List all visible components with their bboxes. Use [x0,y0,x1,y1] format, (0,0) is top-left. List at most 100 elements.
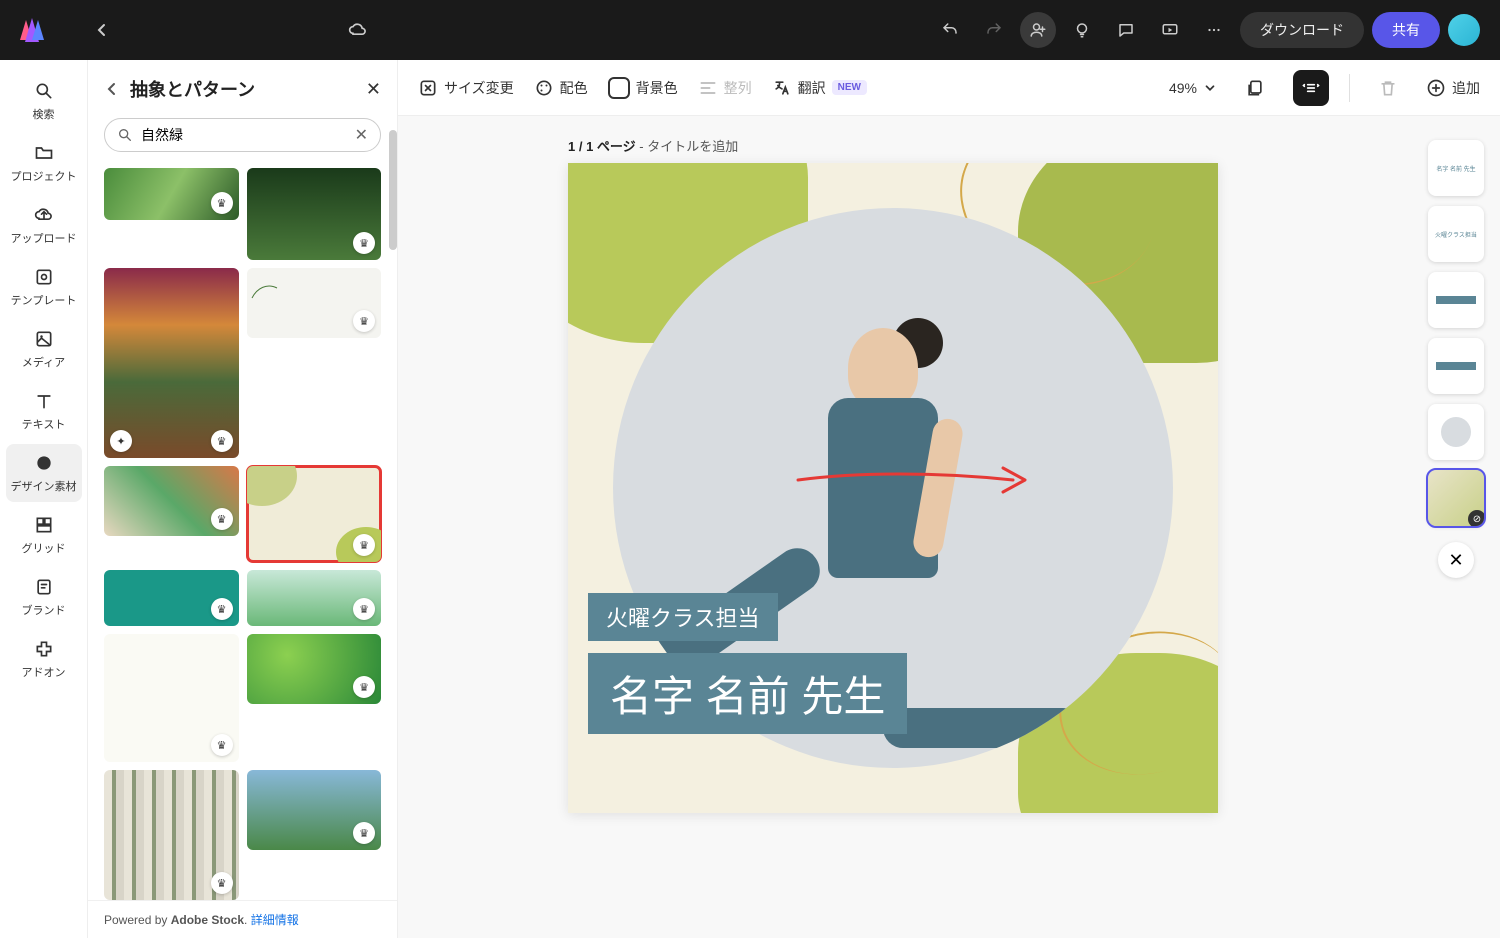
user-avatar[interactable] [1448,14,1480,46]
palette-icon [534,78,554,98]
title-text[interactable]: 名字 名前 先生 [588,653,907,734]
canvas-toolbar: サイズ変更 配色 背景色 整列 翻訳NEW 49% 追加 [398,60,1500,116]
resize-tool[interactable]: サイズ変更 [418,78,514,98]
ai-icon: ✦ [110,430,132,452]
resize-icon [418,78,438,98]
panel-close-icon[interactable]: ✕ [366,79,381,100]
present-icon[interactable] [1152,12,1188,48]
left-nav: 検索 プロジェクト アップロード テンプレート メディア テキスト デザイン素材… [0,60,88,938]
premium-icon: ♛ [211,430,233,452]
translate-tool[interactable]: 翻訳NEW [772,78,867,98]
add-user-icon[interactable] [1020,12,1056,48]
grid-icon [33,514,55,536]
topbar: ダウンロード 共有 [0,0,1500,60]
app-logo[interactable] [20,18,44,42]
template-icon [33,266,55,288]
layer-thumb[interactable] [1428,404,1484,460]
premium-icon: ♛ [353,676,375,698]
shape-icon [33,452,55,474]
layer-thumb-selected[interactable]: ⊘ [1428,470,1484,526]
asset-item[interactable]: ♛ [104,168,239,220]
premium-icon: ♛ [353,822,375,844]
search-input[interactable] [141,127,347,143]
brand-icon [33,576,55,598]
asset-item-selected[interactable]: ♛ [247,466,382,562]
more-icon[interactable] [1196,12,1232,48]
comment-icon[interactable] [1108,12,1144,48]
undo-icon[interactable] [932,12,968,48]
text-icon [33,390,55,412]
asset-grid: ♛ ♛ ♛✦ ♛ ♛ ♛ ♛ ♛ ♛ ♛ ♛ ♛ ♛ ♛ ♛ ♛ [88,160,397,900]
layer-thumb[interactable] [1428,338,1484,394]
asset-item[interactable]: ♛ [247,168,382,260]
premium-icon: ♛ [211,872,233,894]
asset-item[interactable]: ♛ [247,770,382,850]
nav-upload[interactable]: アップロード [6,196,82,254]
folder-icon [33,142,55,164]
square-icon [608,77,630,99]
asset-item[interactable]: ♛ [104,634,239,762]
layer-thumb[interactable]: 名字 名前 先生 [1428,140,1484,196]
nav-grid[interactable]: グリッド [6,506,82,564]
bulb-icon[interactable] [1064,12,1100,48]
pages-icon[interactable] [1237,70,1273,106]
premium-icon: ♛ [211,734,233,756]
asset-item[interactable]: ♛ [104,570,239,626]
nav-text[interactable]: テキスト [6,382,82,440]
panel-footer: Powered by Adobe Stock. 詳細情報 [88,900,397,938]
search-icon [117,127,133,143]
layers-close-icon[interactable]: ✕ [1438,542,1474,578]
back-icon[interactable] [84,12,120,48]
subtitle-text[interactable]: 火曜クラス担当 [588,593,778,641]
asset-item[interactable]: ♛ [104,770,239,900]
asset-item[interactable]: ♛ [247,268,382,338]
scrollbar[interactable] [389,130,397,250]
search-box[interactable]: ✕ [104,118,381,152]
panel-back-icon[interactable] [104,81,120,97]
palette-tool[interactable]: 配色 [534,78,588,98]
asset-item[interactable]: ♛ [247,634,382,704]
nav-media[interactable]: メディア [6,320,82,378]
chevron-down-icon [1203,81,1217,95]
premium-icon: ♛ [353,598,375,620]
search-icon [33,80,55,102]
addon-icon [33,638,55,660]
layer-badge-icon: ⊘ [1468,510,1484,526]
align-tool: 整列 [698,78,752,98]
asset-item[interactable]: ♛ [104,466,239,536]
nav-template[interactable]: テンプレート [6,258,82,316]
translate-icon [772,78,792,98]
panel-title: 抽象とパターン [130,76,356,102]
add-tool[interactable]: 追加 [1426,78,1480,98]
zoom-control[interactable]: 49% [1169,80,1217,96]
delete-icon[interactable] [1370,70,1406,106]
layers-toggle-icon[interactable] [1293,70,1329,106]
layer-thumb[interactable]: 火曜クラス担当 [1428,206,1484,262]
premium-icon: ♛ [211,508,233,530]
nav-addon[interactable]: アドオン [6,630,82,688]
plus-circle-icon [1426,78,1446,98]
premium-icon: ♛ [353,232,375,254]
clear-icon[interactable]: ✕ [355,125,368,145]
layer-thumb[interactable] [1428,272,1484,328]
asset-item[interactable]: ♛ [247,570,382,626]
premium-icon: ♛ [353,310,375,332]
premium-icon: ♛ [211,598,233,620]
nav-brand[interactable]: ブランド [6,568,82,626]
redo-icon[interactable] [976,12,1012,48]
cloud-icon[interactable] [340,12,376,48]
media-icon [33,328,55,350]
background-tool[interactable]: 背景色 [608,77,678,99]
nav-design-elements[interactable]: デザイン素材 [6,444,82,502]
premium-icon: ♛ [353,534,375,556]
align-icon [698,78,718,98]
share-button[interactable]: 共有 [1372,12,1440,48]
asset-item[interactable]: ♛✦ [104,268,239,458]
download-button[interactable]: ダウンロード [1240,12,1364,48]
nav-search[interactable]: 検索 [6,72,82,130]
page-label[interactable]: 1 / 1 ページ - タイトルを追加 [438,136,1460,155]
nav-projects[interactable]: プロジェクト [6,134,82,192]
artboard[interactable]: 火曜クラス担当 名字 名前 先生 [568,163,1218,813]
assets-panel: 抽象とパターン ✕ ✕ ♛ ♛ ♛✦ ♛ ♛ ♛ ♛ ♛ ♛ ♛ ♛ ♛ ♛ ♛… [88,60,398,938]
details-link[interactable]: 詳細情報 [251,913,299,927]
